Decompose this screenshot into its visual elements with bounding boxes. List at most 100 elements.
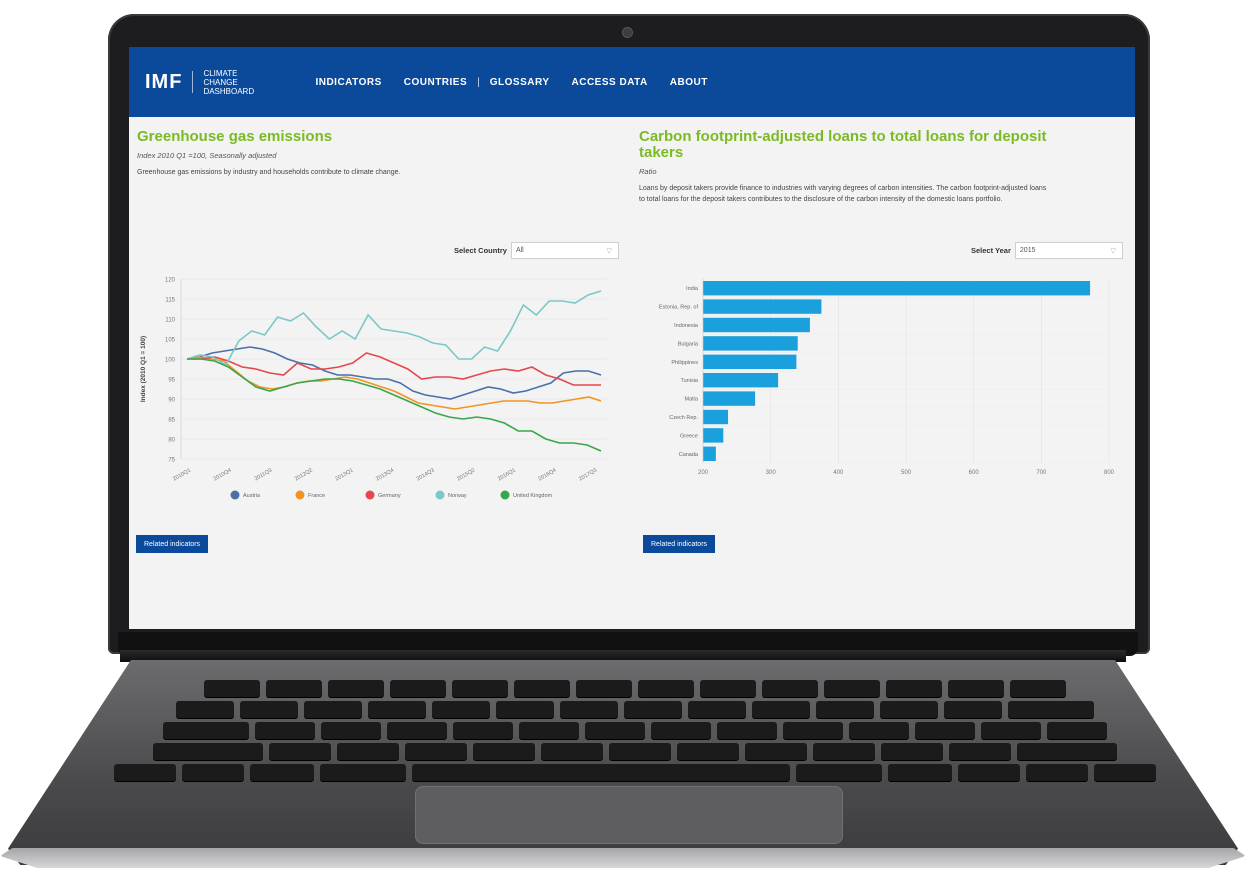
key: [609, 743, 671, 760]
x-tick-label: 200: [698, 470, 709, 476]
key: [880, 701, 938, 718]
key: [700, 680, 756, 697]
bar: [703, 428, 724, 443]
country-select-value: All: [515, 247, 524, 254]
key: [390, 680, 446, 697]
key: [624, 701, 682, 718]
related-indicators-button-left[interactable]: Related indicators: [136, 535, 209, 553]
x-tick-label: 2012Q2: [294, 468, 314, 483]
keyboard-row: [70, 680, 1200, 697]
y-tick-label: 110: [165, 318, 175, 324]
category-label: India: [686, 286, 699, 292]
key: [949, 743, 1011, 760]
logo-divider: [192, 71, 194, 93]
bar: [703, 446, 716, 461]
key: [717, 722, 777, 739]
legend-marker: [365, 490, 375, 500]
key: [240, 701, 298, 718]
key: [432, 701, 490, 718]
legend-label: Norway: [448, 493, 467, 499]
nav-item-countries[interactable]: COUNTRIES: [404, 77, 467, 88]
key: [981, 722, 1041, 739]
x-tick-label: 500: [901, 470, 912, 476]
category-label: Bulgaria: [678, 341, 699, 347]
key: [176, 701, 234, 718]
y-tick-label: 120: [165, 278, 176, 284]
x-tick-label: 2010Q1: [172, 468, 192, 483]
nav-item-access-data[interactable]: ACCESS DATA: [572, 77, 648, 88]
key: [114, 764, 176, 781]
key: [321, 722, 381, 739]
x-tick-label: 2014Q3: [416, 468, 436, 483]
legend-marker: [500, 490, 510, 500]
imf-logo[interactable]: IMF: [145, 71, 182, 94]
bar: [703, 281, 1091, 296]
loans-subtitle: Ratio: [639, 167, 657, 176]
key: [651, 722, 711, 739]
x-tick-label: 2010Q4: [213, 468, 233, 483]
legend-label: Germany: [378, 493, 401, 499]
bar: [703, 299, 822, 314]
key: [514, 680, 570, 697]
key: [816, 701, 874, 718]
bar: [703, 373, 779, 388]
ghg-description: Greenhouse gas emissions by industry and…: [137, 169, 401, 176]
loans-description: Loans by deposit takers provide finance …: [639, 185, 1047, 203]
key: [182, 764, 244, 781]
nav-item-about[interactable]: ABOUT: [670, 77, 708, 88]
key: [337, 743, 399, 760]
x-tick-label: 600: [969, 470, 980, 476]
keyboard-row: [70, 743, 1200, 760]
key: [944, 701, 1002, 718]
key: [888, 764, 952, 781]
bar: [703, 354, 797, 369]
key: [405, 743, 467, 760]
legend-label: Austria: [243, 493, 261, 499]
legend-marker: [230, 490, 240, 500]
x-tick-label: 800: [1104, 470, 1115, 476]
x-tick-label: 2016Q1: [497, 468, 517, 483]
y-tick-label: 80: [168, 438, 175, 444]
key: [269, 743, 331, 760]
key: [745, 743, 807, 760]
chevron-down-icon: ▽: [606, 248, 612, 255]
key: [1094, 764, 1156, 781]
key: [519, 722, 579, 739]
key: [320, 764, 406, 781]
loans-bar-chart: 200 300 400 500 600 700 800 India Estonia, Rep. …: [659, 279, 1115, 476]
related-indicators-button-right[interactable]: Related indicators: [643, 535, 716, 553]
key: [948, 680, 1004, 697]
key: [1047, 722, 1107, 739]
key: [1017, 743, 1117, 760]
x-tick-label: 2013Q1: [334, 468, 354, 483]
series-line-france: [186, 356, 602, 410]
key: [688, 701, 746, 718]
key: [153, 743, 263, 760]
category-label: Indonesia: [674, 323, 699, 329]
bar: [703, 391, 756, 406]
x-tick-label: 2017Q3: [578, 468, 598, 483]
key: [915, 722, 975, 739]
key: [958, 764, 1020, 781]
y-tick-label: 75: [168, 458, 175, 464]
chevron-down-icon: ▽: [1110, 248, 1116, 255]
key: [881, 743, 943, 760]
country-select[interactable]: All ▽: [510, 242, 619, 259]
year-select-group: Select Year 2015 ▽: [971, 242, 1123, 259]
keyboard-row: [70, 701, 1200, 718]
keyboard: [70, 680, 1200, 790]
key: [452, 680, 508, 697]
key: [576, 680, 632, 697]
loans-title: Carbon footprint-adjusted loans to total…: [639, 128, 1047, 161]
ghg-subtitle: Index 2010 Q1 =100, Seasonally adjusted: [137, 151, 277, 160]
category-label: Canada: [679, 452, 699, 458]
category-label: Greece: [680, 433, 698, 439]
logo-subtitle: CLIMATE CHANGE DASHBOARD: [203, 68, 255, 96]
select-country-label: Select Country: [454, 246, 507, 255]
nav-item-indicators[interactable]: INDICATORS: [315, 77, 381, 88]
keyboard-row: [70, 722, 1200, 739]
year-select[interactable]: 2015 ▽: [1014, 242, 1123, 259]
nav-separator: |: [477, 76, 480, 88]
nav-item-glossary[interactable]: GLOSSARY: [490, 77, 550, 88]
series-line-united-kingdom: [187, 358, 602, 452]
